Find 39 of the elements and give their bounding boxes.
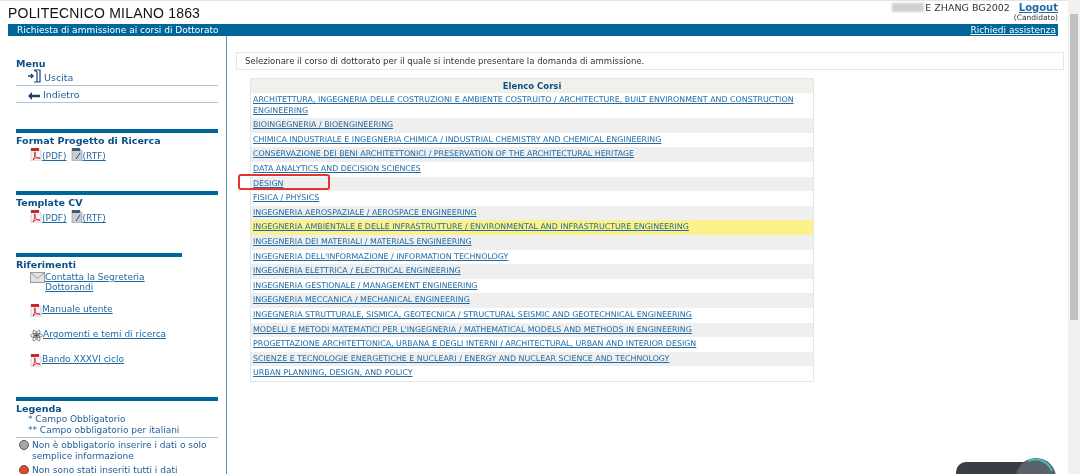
user-name: E ZHANG BG2002 (925, 2, 1010, 13)
back-arrow-icon (28, 92, 40, 100)
table-header: Elenco Corsi (251, 79, 813, 93)
exit-door-icon (28, 69, 41, 83)
help-link[interactable]: Richiedi assistenza (970, 24, 1056, 36)
document-link[interactable]: Manuale utente (42, 304, 113, 314)
document-icon (70, 210, 83, 223)
university-logo-text: POLITECNICO MILANO 1863 (8, 5, 201, 21)
document-link[interactable]: Bando XXXVI ciclo (42, 354, 125, 364)
document-link[interactable]: Contatta la Segreteria Dottorandi (45, 272, 195, 292)
menu-item[interactable]: Uscita (16, 69, 218, 86)
instruction-text: Selezionare il corso di dottorato per il quale si intende presentare la domanda di ammissione. (236, 52, 1064, 70)
legend-text: Non è obbligatorio inserire i dati o solo semplice informazione (32, 440, 207, 462)
document-link[interactable]: Argomenti e temi di ricerca (43, 329, 167, 339)
scrollbar[interactable] (1068, 0, 1080, 474)
envelope-icon (30, 272, 45, 283)
atom-icon (30, 329, 43, 342)
section-title: Format Progetto di Ricerca (16, 135, 162, 146)
section-title: Legenda (16, 403, 62, 414)
pdf-file-icon (30, 148, 42, 161)
logout-link[interactable]: Logout (1018, 2, 1058, 13)
pdf-file-icon (30, 354, 42, 367)
document-link[interactable]: (RTF) (82, 151, 106, 161)
redacted-name (892, 3, 925, 12)
pdf-file-icon (30, 304, 42, 317)
section-title: Menu (16, 58, 47, 69)
page-title: Richiesta di ammissione ai corsi di Dottorato (17, 24, 219, 36)
legend-text: Non sono stati inseriti tutti i dati (32, 465, 179, 474)
legend-note: * Campo Obbligatorio (28, 414, 127, 425)
scrollbar-thumb[interactable] (1070, 14, 1078, 320)
section-title: Riferimenti (16, 259, 77, 270)
document-link[interactable]: (RTF) (82, 213, 106, 223)
document-link[interactable]: (PDF) (42, 213, 67, 223)
document-link[interactable]: (PDF) (42, 151, 67, 161)
legend-note: ** Campo obbligatorio per italiani (27, 425, 181, 436)
menu-item[interactable]: Indietro (16, 86, 218, 103)
document-icon (70, 148, 83, 161)
section-title: Template CV (16, 197, 84, 208)
pdf-file-icon (30, 210, 42, 223)
